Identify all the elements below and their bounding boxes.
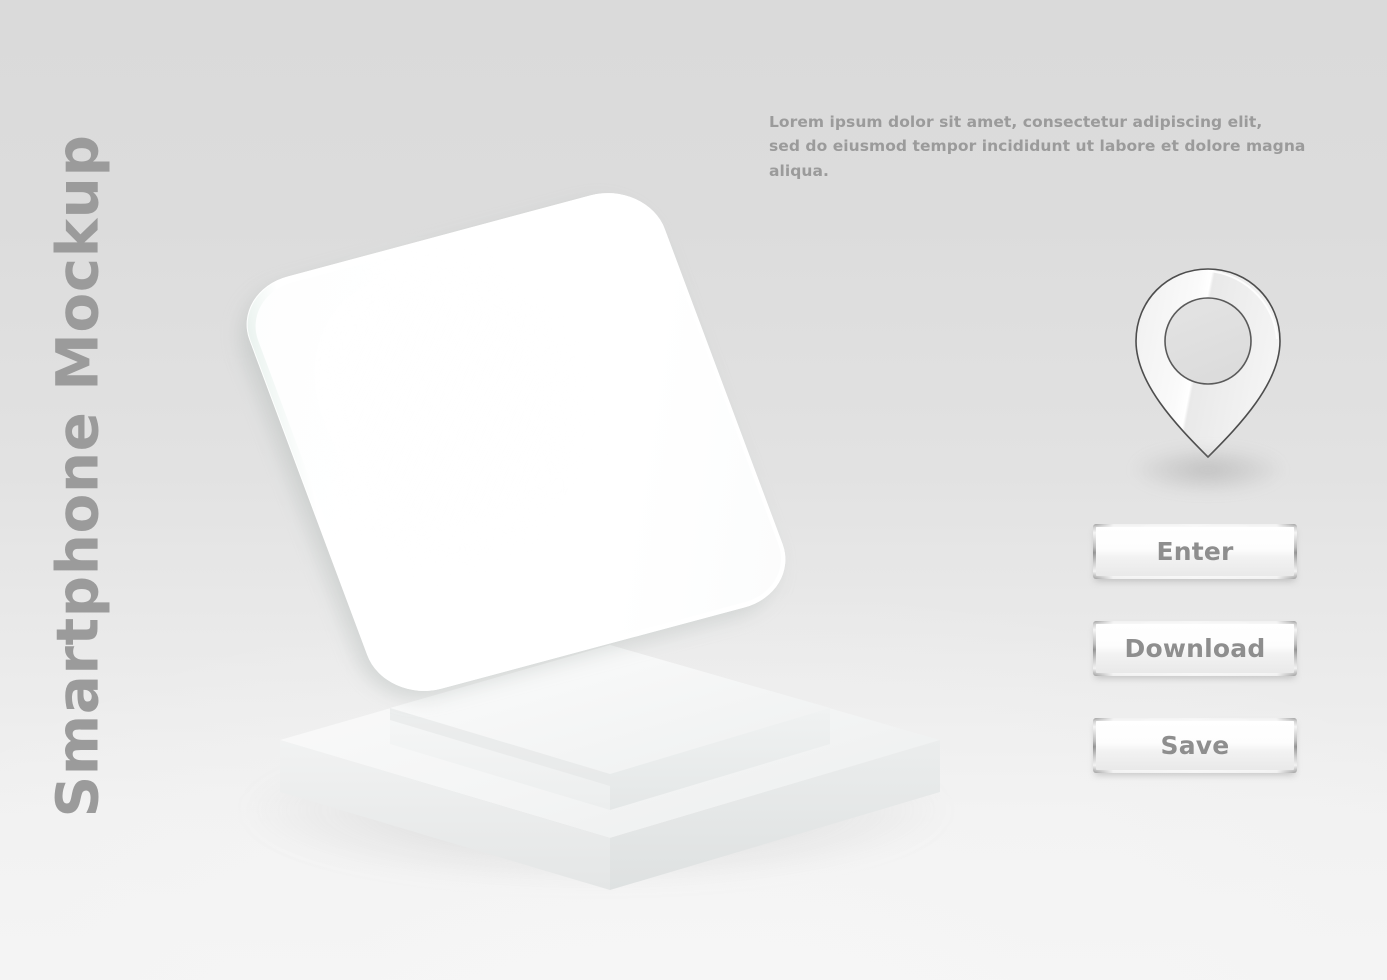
- download-button[interactable]: Download: [1093, 621, 1297, 676]
- map-pin-icon[interactable]: [1128, 265, 1288, 465]
- map-pin-shadow: [1134, 447, 1282, 493]
- map-pin-container: [1128, 265, 1288, 500]
- save-button[interactable]: Save: [1093, 718, 1297, 773]
- download-button-face[interactable]: Download: [1096, 624, 1294, 673]
- save-button-label: Save: [1160, 731, 1230, 760]
- download-button-label: Download: [1124, 634, 1266, 663]
- enter-button[interactable]: Enter: [1093, 524, 1297, 579]
- mockup-canvas: Smartphone Mockup Lorem ipsum dolor sit …: [0, 0, 1387, 980]
- action-button-group: Enter Download Save: [1093, 524, 1297, 815]
- enter-button-label: Enter: [1156, 537, 1234, 566]
- phone-screen-gloss: [270, 234, 626, 583]
- enter-button-face[interactable]: Enter: [1096, 527, 1294, 576]
- save-button-face[interactable]: Save: [1096, 721, 1294, 770]
- device-scene: [0, 0, 1000, 980]
